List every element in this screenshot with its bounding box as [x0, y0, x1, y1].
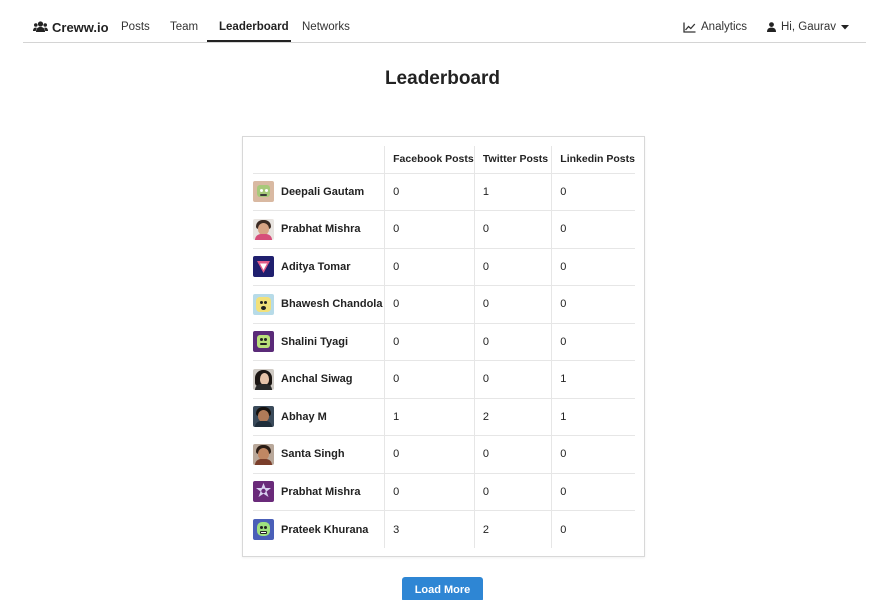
- leaderboard-table: Facebook Posts Twitter Posts Linkedin Po…: [253, 146, 635, 548]
- user-name: Aditya Tomar: [281, 260, 351, 273]
- facebook-count: 3: [384, 510, 475, 548]
- table-row: Shalini Tyagi 0 0 0: [253, 322, 635, 361]
- twitter-count: 1: [474, 172, 553, 211]
- header-linkedin-posts: Linkedin Posts: [560, 153, 635, 166]
- linkedin-count: 0: [551, 472, 635, 511]
- avatar: [253, 406, 274, 428]
- user-icon: [767, 22, 776, 32]
- avatar: [253, 331, 274, 353]
- analytics-label: Analytics: [701, 21, 748, 33]
- avatar: [253, 368, 274, 390]
- analytics-link[interactable]: Analytics: [683, 20, 747, 34]
- twitter-count: 0: [474, 435, 553, 473]
- facebook-count: 0: [384, 472, 475, 511]
- avatar: [253, 481, 274, 503]
- nav-networks[interactable]: Networks: [302, 20, 350, 34]
- brand-name: Creww.io: [52, 19, 109, 35]
- avatar: [253, 218, 274, 240]
- user-name: Santa Singh: [281, 448, 345, 461]
- user-name: Deepali Gautam: [281, 185, 365, 198]
- twitter-count: 0: [474, 210, 553, 248]
- nav-team[interactable]: Team: [170, 20, 198, 34]
- brand-logo[interactable]: Creww.io: [33, 19, 109, 35]
- twitter-count: 0: [474, 360, 553, 398]
- facebook-count: 0: [384, 247, 475, 286]
- user-name: Prabhat Mishra: [281, 223, 361, 236]
- twitter-count: 0: [474, 285, 553, 323]
- table-row: Santa Singh 0 0 0: [253, 435, 635, 473]
- table-row: Aditya Tomar 0 0 0: [253, 247, 635, 286]
- leaderboard-card: Facebook Posts Twitter Posts Linkedin Po…: [242, 136, 645, 557]
- table-row: Prabhat Mishra 0 0 0: [253, 210, 635, 248]
- table-row: Prateek Khurana 3 2 0: [253, 510, 635, 548]
- table-row: Anchal Siwag 0 0 1: [253, 360, 635, 398]
- users-icon: [33, 21, 48, 33]
- avatar: [253, 293, 274, 315]
- twitter-count: 0: [474, 322, 553, 361]
- user-name: Bhawesh Chandola: [281, 298, 383, 311]
- header-facebook-posts: Facebook Posts: [384, 146, 475, 173]
- header-name: [253, 146, 386, 173]
- linkedin-count: 1: [551, 360, 635, 398]
- facebook-count: 0: [384, 322, 475, 361]
- table-row: Deepali Gautam 0 1 0: [253, 172, 635, 211]
- load-more-button[interactable]: Load More: [402, 577, 483, 600]
- linkedin-count: 0: [551, 510, 635, 548]
- facebook-count: 0: [384, 285, 475, 323]
- twitter-count: 0: [474, 472, 553, 511]
- twitter-count: 2: [474, 397, 553, 436]
- top-navbar: Creww.io Posts Team Leaderboard Networks…: [23, 0, 866, 43]
- avatar: [253, 443, 274, 465]
- table-row: Abhay M 1 2 1: [253, 397, 635, 436]
- linkedin-count: 0: [551, 285, 635, 323]
- twitter-count: 2: [474, 510, 553, 548]
- table-row: Bhawesh Chandola 0 0 0: [253, 285, 635, 323]
- linkedin-count: 0: [551, 322, 635, 361]
- user-name: Shalini Tyagi: [281, 335, 349, 348]
- nav-leaderboard[interactable]: Leaderboard: [219, 20, 289, 34]
- linkedin-count: 0: [551, 247, 635, 286]
- twitter-count: 0: [474, 247, 553, 286]
- linkedin-count: 0: [551, 172, 635, 211]
- user-menu[interactable]: Hi, Gaurav: [767, 20, 849, 34]
- line-chart-icon: [683, 22, 696, 33]
- facebook-count: 0: [384, 172, 475, 211]
- linkedin-count: 0: [551, 435, 635, 473]
- nav-posts[interactable]: Posts: [121, 20, 150, 34]
- avatar: [253, 181, 274, 203]
- linkedin-count: 1: [551, 397, 635, 436]
- page-title: Leaderboard: [384, 68, 501, 89]
- caret-down-icon: [840, 24, 849, 30]
- user-name: Anchal Siwag: [281, 373, 353, 386]
- facebook-count: 0: [384, 435, 475, 473]
- user-name: Prateek Khurana: [281, 523, 369, 536]
- user-name: Prabhat Mishra: [281, 485, 361, 498]
- user-menu-label: Hi, Gaurav: [781, 21, 836, 33]
- avatar: [253, 256, 274, 278]
- table-header-row: Facebook Posts Twitter Posts Linkedin Po…: [253, 146, 635, 173]
- facebook-count: 0: [384, 360, 475, 398]
- user-name: Abhay M: [281, 410, 327, 423]
- facebook-count: 0: [384, 210, 475, 248]
- facebook-count: 1: [384, 397, 475, 436]
- avatar: [253, 519, 274, 540]
- table-row: Prabhat Mishra 0 0 0: [253, 472, 635, 511]
- header-twitter-posts: Twitter Posts: [474, 146, 553, 173]
- active-tab-indicator: [207, 40, 291, 42]
- linkedin-count: 0: [551, 210, 635, 248]
